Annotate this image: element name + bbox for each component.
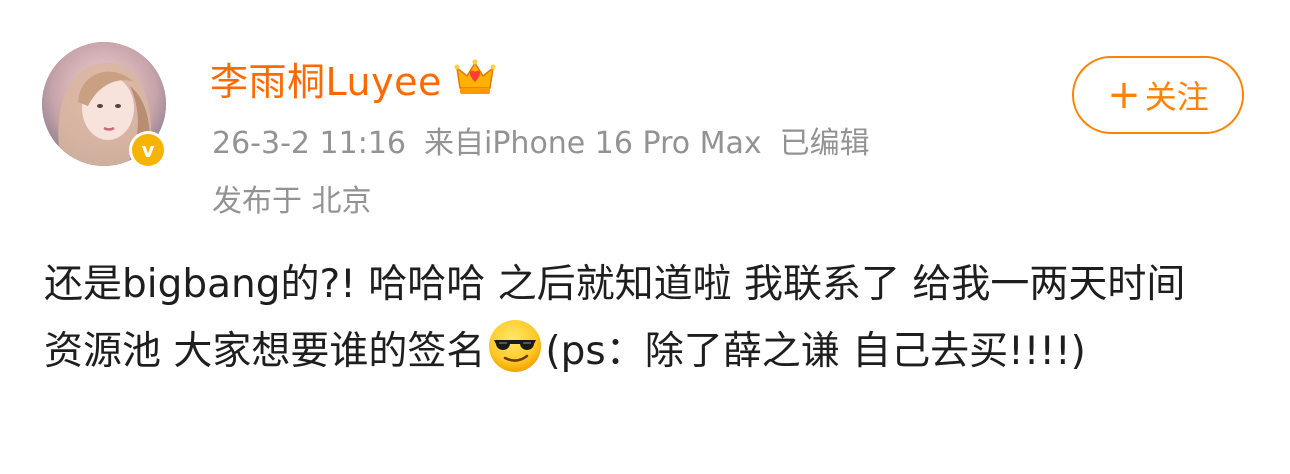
username[interactable]: 李雨桐Luyee: [210, 51, 442, 106]
weibo-post-card: v 李雨桐Luyee 26-3-2 11:16 来自iPhone 16 Pro M…: [0, 0, 1290, 474]
edited-label[interactable]: 已编辑: [780, 118, 870, 162]
post-source[interactable]: 来自iPhone 16 Pro Max: [424, 118, 762, 162]
verified-badge: v: [129, 131, 167, 169]
post-time: 26-3-2 11:16: [212, 126, 406, 161]
username-row: 李雨桐Luyee: [210, 52, 496, 104]
post-meta: 26-3-2 11:16 来自iPhone 16 Pro Max 已编辑: [212, 118, 870, 162]
follow-button[interactable]: + 关注: [1072, 56, 1244, 134]
verified-v-icon: v: [132, 134, 164, 166]
plus-icon: +: [1107, 72, 1141, 118]
post-text-part2: (ps：除了薛之谦 自己去买!!!!): [545, 329, 1086, 374]
post-text: 还是bigbang的?! 哈哈哈 之后就知道啦 我联系了 给我一两天时间 资源池…: [44, 252, 1224, 385]
follow-label: 关注: [1144, 78, 1209, 116]
crown-icon[interactable]: [454, 58, 496, 98]
post-location: 发布于 北京: [212, 184, 372, 219]
sunglasses-emoji-icon: [489, 320, 542, 372]
